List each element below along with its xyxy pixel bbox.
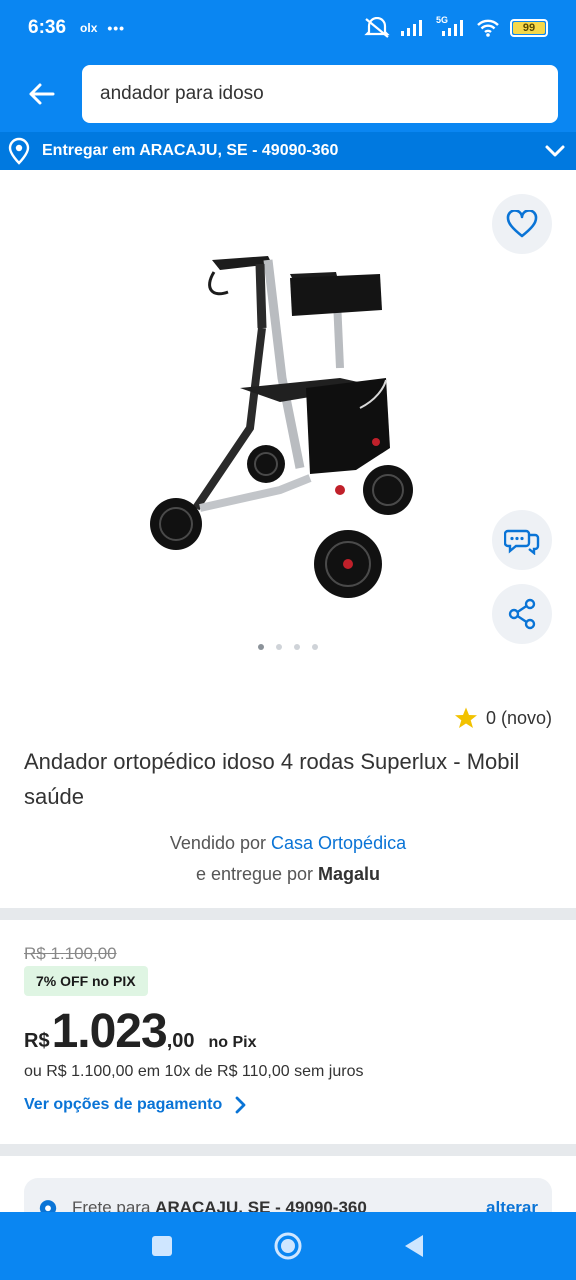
rating-text: 0 (novo)	[485, 707, 552, 728]
back-button[interactable]	[0, 56, 82, 132]
payment-options-link[interactable]: Ver opções de pagamento	[24, 1096, 246, 1114]
network-type-label: 5G	[436, 15, 449, 25]
share-icon	[508, 598, 536, 630]
price-pix-label: no Pix	[208, 1034, 257, 1051]
chat-bubbles-icon	[504, 529, 540, 555]
status-bar: 6:36 olx ••• 5G 99	[0, 0, 576, 56]
chevron-right-icon	[235, 1096, 246, 1114]
product-image[interactable]	[140, 238, 430, 608]
price-cents: ,00	[166, 1030, 195, 1052]
status-icons: 5G 99	[364, 15, 548, 39]
search-query: andador para idoso	[100, 83, 264, 104]
home-button[interactable]	[273, 1231, 303, 1261]
vibrate-off-icon	[364, 17, 390, 38]
delivery-location-text: Entregar em ARACAJU, SE - 49090-360	[42, 142, 339, 159]
section-divider	[0, 1144, 576, 1156]
battery-icon: 99	[510, 19, 548, 37]
pix-price: R$ 1.023 ,00 no Pix	[24, 1004, 257, 1059]
chat-button[interactable]	[492, 510, 552, 570]
signal-5g-icon: 5G	[436, 15, 466, 37]
payment-options-label: Ver opções de pagamento	[24, 1096, 223, 1113]
delivered-by-label: e entregue por	[195, 864, 314, 884]
price-currency: R$	[24, 1030, 50, 1052]
old-price: R$ 1.100,00	[24, 944, 117, 963]
chevron-down-icon	[545, 145, 565, 157]
battery-text: 99	[522, 22, 536, 34]
product-title: Andador ortopédico idoso 4 rodas Superlu…	[24, 749, 520, 809]
recents-button[interactable]	[150, 1234, 174, 1258]
search-header: andador para idoso	[0, 56, 576, 132]
installments-text: ou R$ 1.100,00 em 10x de R$ 110,00 sem j…	[24, 1063, 364, 1080]
seller-info: Vendido por Casa Ortopédica e entregue p…	[0, 828, 576, 890]
delivered-by-line: e entregue por Magalu	[0, 859, 576, 890]
notification-app-label: olx	[80, 21, 98, 35]
status-time: 6:36	[28, 17, 67, 38]
product-rating[interactable]: 0 (novo)	[454, 706, 552, 730]
back-nav-button[interactable]	[402, 1233, 426, 1259]
signal-icon	[401, 20, 422, 36]
image-carousel-dots	[258, 644, 318, 650]
more-notifications-icon: •••	[107, 20, 126, 36]
carousel-dot[interactable]	[294, 644, 300, 650]
pix-discount-badge: 7% OFF no PIX	[24, 966, 148, 996]
deliverer-name: Magalu	[318, 864, 381, 884]
location-pin-icon	[0, 137, 38, 165]
wifi-icon	[477, 19, 499, 37]
heart-icon	[506, 210, 538, 238]
carousel-dot[interactable]	[276, 644, 282, 650]
seller-link[interactable]: Casa Ortopédica	[271, 833, 406, 853]
favorite-button[interactable]	[492, 194, 552, 254]
arrow-left-icon	[29, 83, 55, 105]
star-icon	[454, 707, 477, 728]
price-integer: 1.023	[51, 1005, 168, 1058]
sold-by-label: Vendido por	[169, 833, 266, 853]
sold-by-line: Vendido por Casa Ortopédica	[0, 828, 576, 859]
share-button[interactable]	[492, 584, 552, 644]
search-input[interactable]: andador para idoso	[82, 65, 558, 123]
carousel-dot[interactable]	[312, 644, 318, 650]
delivery-location-bar[interactable]: Entregar em ARACAJU, SE - 49090-360	[0, 132, 576, 170]
system-nav-bar	[0, 1212, 576, 1280]
carousel-dot[interactable]	[258, 644, 264, 650]
section-divider	[0, 908, 576, 920]
